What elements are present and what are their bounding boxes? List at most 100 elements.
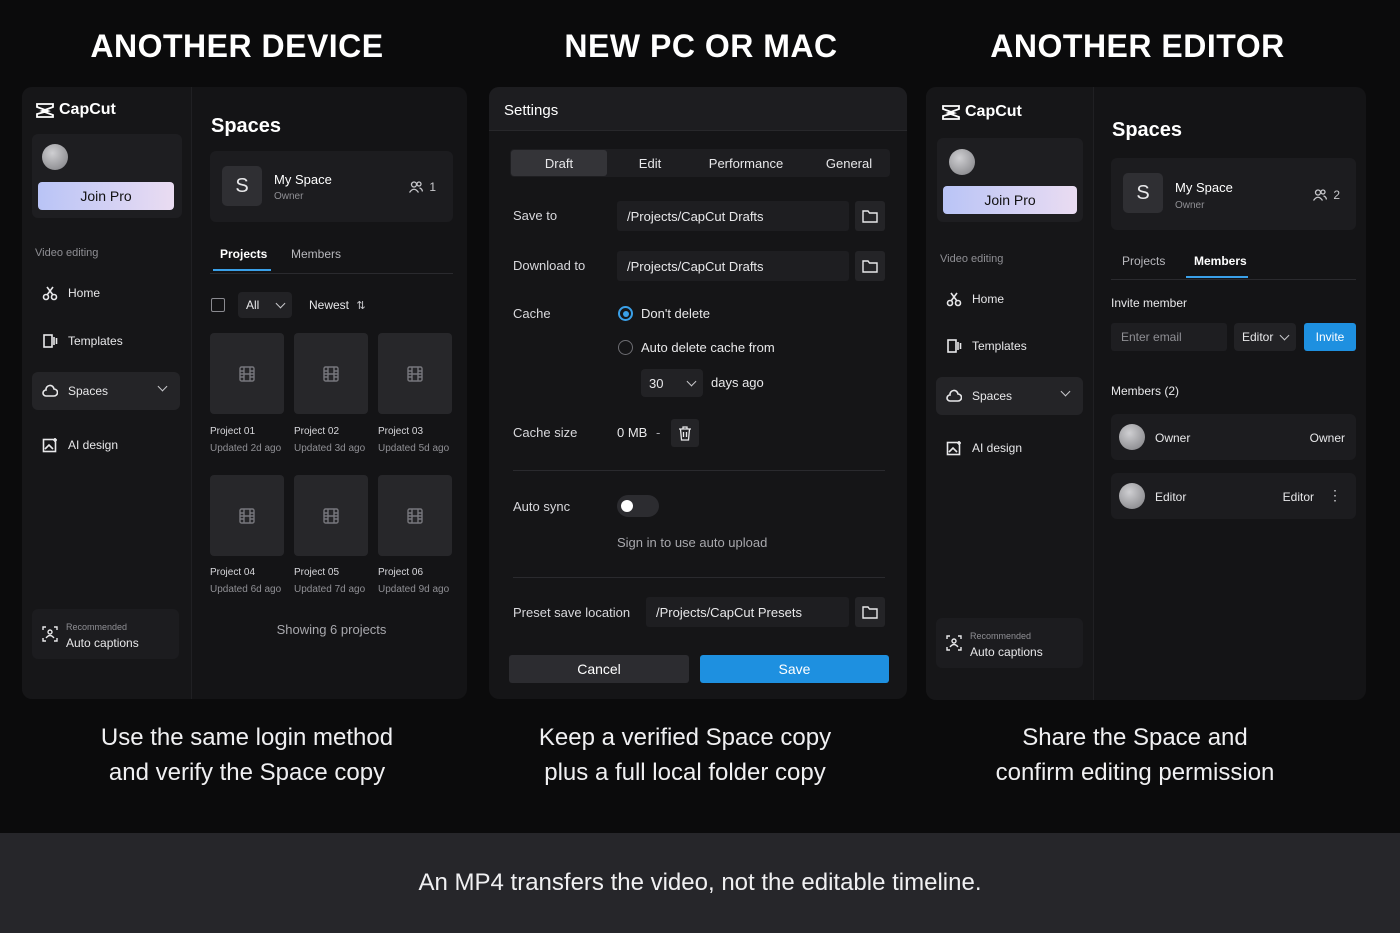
- select-all-checkbox[interactable]: [211, 298, 225, 312]
- project-updated: Updated 6d ago: [210, 584, 282, 595]
- invite-email-input[interactable]: [1111, 323, 1227, 351]
- invite-member-label: Invite member: [1111, 296, 1188, 310]
- member-role: Owner: [1309, 431, 1345, 445]
- save-button[interactable]: Save: [700, 655, 889, 683]
- recommended-label: Recommended: [66, 622, 128, 632]
- footer-note: An MP4 transfers the video, not the edit…: [0, 833, 1400, 933]
- sidebar: CapCut Join Pro Video editing Home Templ…: [22, 87, 192, 699]
- preset-location-field[interactable]: /Projects/CapCut Presets: [646, 597, 849, 627]
- brand-name: CapCut: [59, 101, 116, 118]
- member-role-select[interactable]: Editor: [1283, 490, 1314, 504]
- caption-line: Share the Space and: [1022, 724, 1248, 751]
- tab-draft[interactable]: Draft: [511, 156, 607, 171]
- clear-cache-button[interactable]: [671, 419, 699, 447]
- sidebar-item-spaces[interactable]: Spaces: [32, 372, 180, 410]
- invite-role-select[interactable]: Editor: [1234, 323, 1296, 351]
- join-pro-button[interactable]: Join Pro: [38, 182, 174, 210]
- tab-members[interactable]: Members: [1194, 254, 1247, 268]
- more-options-icon[interactable]: ⋮: [1328, 487, 1342, 504]
- cache-dont-delete-radio[interactable]: [618, 306, 633, 321]
- caption-line: and verify the Space copy: [108, 759, 386, 786]
- section-label: Video editing: [940, 253, 1004, 265]
- showing-count: Showing 6 projects: [276, 622, 387, 637]
- project-thumbnail[interactable]: [378, 475, 452, 556]
- join-pro-button[interactable]: Join Pro: [943, 186, 1077, 214]
- member-name: Editor: [1155, 490, 1187, 504]
- caption-line: Use the same login method: [100, 724, 394, 751]
- capcut-logo: CapCut: [942, 103, 1022, 121]
- sidebar-item-ai-design[interactable]: AI design: [42, 437, 118, 453]
- auto-sync-hint: Sign in to use auto upload: [617, 535, 768, 550]
- ai-design-icon: [42, 438, 57, 453]
- tab-projects[interactable]: Projects: [1122, 254, 1165, 268]
- project-thumbnail[interactable]: [210, 475, 284, 556]
- cloud-icon: [42, 384, 58, 397]
- heading-another-editor: ANOTHER EDITOR: [990, 28, 1285, 64]
- recommended-card[interactable]: Recommended Auto captions: [32, 609, 179, 659]
- capcut-logo-icon: [36, 103, 54, 118]
- avatar[interactable]: [949, 149, 975, 175]
- sort-newest-button[interactable]: Newest ⇅: [309, 298, 366, 312]
- download-to-browse-button[interactable]: [855, 251, 885, 281]
- filter-all-dropdown[interactable]: All: [238, 292, 292, 318]
- tabs-divider: [210, 273, 453, 274]
- sidebar-item-templates[interactable]: Templates: [946, 338, 1027, 354]
- project-thumbnail[interactable]: [294, 333, 368, 414]
- sidebar-item-home[interactable]: Home: [42, 285, 100, 301]
- preset-location-label: Preset save location: [513, 605, 631, 620]
- cancel-button[interactable]: Cancel: [509, 655, 689, 683]
- device-panel: CapCut Join Pro Video editing Home Templ…: [22, 87, 467, 699]
- project-thumbnail[interactable]: [210, 333, 284, 414]
- space-initial-badge: S: [222, 166, 262, 206]
- trash-icon: [679, 425, 691, 441]
- preset-location-browse-button[interactable]: [855, 597, 885, 627]
- caption-line: confirm editing permission: [995, 759, 1275, 786]
- tab-edit[interactable]: Edit: [615, 156, 685, 171]
- cache-auto-delete-radio[interactable]: [618, 340, 633, 355]
- filter-all-value: All: [246, 298, 260, 312]
- save-to-browse-button[interactable]: [855, 201, 885, 231]
- sidebar-item-home[interactable]: Home: [946, 291, 1004, 307]
- tab-projects[interactable]: Projects: [220, 247, 267, 261]
- folder-icon: [862, 210, 878, 223]
- auto-sync-toggle[interactable]: [617, 495, 659, 517]
- tab-general[interactable]: General: [814, 156, 884, 171]
- member-row[interactable]: Owner Owner: [1111, 414, 1356, 460]
- recommended-label: Recommended: [970, 631, 1032, 641]
- tab-performance[interactable]: Performance: [696, 156, 796, 171]
- home-icon: [42, 286, 58, 301]
- sidebar-item-spaces[interactable]: Spaces: [936, 377, 1083, 415]
- film-icon: [407, 507, 423, 524]
- sidebar-item-label: AI design: [68, 438, 119, 452]
- profile-card: Join Pro: [937, 138, 1083, 222]
- chevron-down-icon: [275, 298, 286, 308]
- space-name: My Space: [274, 172, 332, 187]
- save-to-field[interactable]: /Projects/CapCut Drafts: [617, 201, 849, 231]
- project-thumbnail[interactable]: [378, 333, 452, 414]
- caption-new-pc-or-mac: Keep a verified Space copy plus a full l…: [460, 720, 910, 790]
- cache-days-select[interactable]: 30: [641, 369, 703, 397]
- project-updated: Updated 3d ago: [294, 443, 366, 454]
- avatar[interactable]: [42, 144, 68, 170]
- space-name: My Space: [1175, 180, 1233, 195]
- recommended-card[interactable]: Recommended Auto captions: [936, 618, 1083, 668]
- invite-button[interactable]: Invite: [1304, 323, 1356, 351]
- download-to-field[interactable]: /Projects/CapCut Drafts: [617, 251, 849, 281]
- sidebar-item-ai-design[interactable]: AI design: [946, 440, 1022, 456]
- project-updated: Updated 9d ago: [378, 584, 450, 595]
- folder-icon: [862, 260, 878, 273]
- space-card[interactable]: S My Space Owner 1: [210, 151, 453, 222]
- sidebar-item-label: Home: [972, 292, 1005, 306]
- member-count-value: 1: [429, 180, 436, 194]
- space-card[interactable]: S My Space Owner 2: [1111, 158, 1356, 230]
- cache-days-value: 30: [649, 375, 664, 391]
- member-row[interactable]: Editor Editor ⋮: [1111, 473, 1356, 519]
- chevron-down-icon: [1279, 330, 1290, 340]
- tab-members[interactable]: Members: [291, 247, 341, 261]
- project-thumbnail[interactable]: [294, 475, 368, 556]
- settings-panel: Settings Draft Edit Performance General …: [489, 87, 907, 699]
- sidebar-item-templates[interactable]: Templates: [42, 333, 123, 349]
- capcut-logo-icon: [942, 105, 960, 120]
- editor-panel: CapCut Join Pro Video editing Home Templ…: [926, 87, 1366, 700]
- brand-name: CapCut: [965, 103, 1022, 120]
